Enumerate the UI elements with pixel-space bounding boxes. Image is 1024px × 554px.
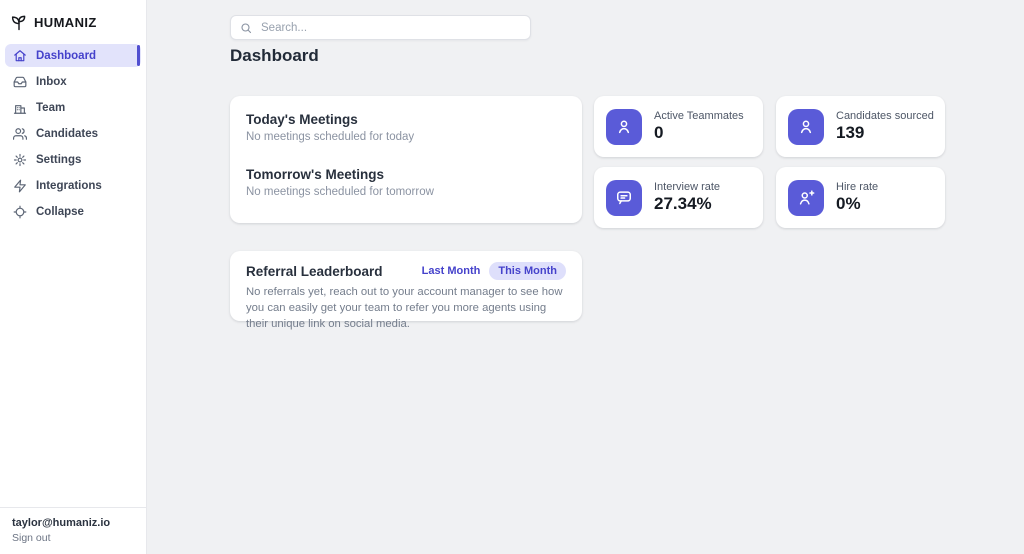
stat-card-active-teammates: Active Teammates 0 [594, 96, 763, 157]
sidebar: HUMANIZ Dashboard Inbox Team Candidates … [0, 0, 147, 554]
tomorrows-meetings-section: Tomorrow's Meetings No meetings schedule… [246, 167, 566, 198]
gear-icon [13, 153, 27, 167]
stat-value: 139 [836, 123, 865, 142]
stat-label: Hire rate [836, 181, 879, 193]
user-email: taylor@humaniz.io [12, 517, 111, 529]
sidebar-item-label: Collapse [36, 205, 84, 218]
todays-meetings-section: Today's Meetings No meetings scheduled f… [246, 112, 566, 143]
sidebar-item-label: Dashboard [36, 49, 97, 62]
todays-meetings-title: Today's Meetings [246, 112, 358, 127]
referral-leaderboard-card: Referral Leaderboard Last Month This Mon… [230, 251, 582, 330]
sidebar-item-inbox[interactable]: Inbox [5, 70, 141, 93]
sidebar-item-integrations[interactable]: Integrations [5, 174, 141, 197]
referral-leaderboard-title: Referral Leaderboard [246, 263, 383, 279]
main-content: Dashboard Today's Meetings No meetings s… [147, 0, 1024, 554]
sidebar-nav: Dashboard Inbox Team Candidates Settings… [0, 44, 146, 223]
tomorrows-meetings-empty-text: No meetings scheduled for tomorrow [246, 186, 434, 198]
search-icon [240, 22, 252, 34]
stat-value: 0 [654, 123, 664, 142]
page-title: Dashboard [230, 46, 319, 65]
sidebar-item-settings[interactable]: Settings [5, 148, 141, 171]
referral-period-toggle: Last Month This Month [422, 262, 566, 280]
sidebar-item-label: Team [36, 101, 66, 114]
sidebar-item-label: Candidates [36, 127, 98, 140]
tab-this-month[interactable]: This Month [489, 262, 566, 280]
sidebar-user-section: taylor@humaniz.io Sign out [0, 507, 146, 554]
stat-label: Candidates sourced [836, 110, 934, 122]
stat-label: Active Teammates [654, 110, 744, 122]
stat-card-candidates-sourced: Candidates sourced 139 [776, 96, 945, 157]
sidebar-item-team[interactable]: Team [5, 96, 141, 119]
stat-value: 27.34% [654, 194, 712, 213]
stat-card-interview-rate: Interview rate 27.34% [594, 167, 763, 228]
meetings-card: Today's Meetings No meetings scheduled f… [230, 96, 582, 223]
sidebar-item-candidates[interactable]: Candidates [5, 122, 141, 145]
sidebar-item-label: Inbox [36, 75, 67, 88]
brand-logo: HUMANIZ [0, 0, 146, 31]
brand-name: HUMANIZ [34, 14, 97, 30]
person-icon [788, 108, 824, 145]
home-icon [13, 49, 27, 63]
tab-last-month[interactable]: Last Month [422, 265, 481, 277]
people-icon [13, 127, 27, 141]
inbox-icon [13, 75, 27, 89]
chat-bubble-icon [606, 179, 642, 216]
building-icon [13, 101, 27, 115]
collapse-icon [13, 205, 27, 219]
sidebar-item-dashboard[interactable]: Dashboard [5, 44, 141, 67]
zap-icon [13, 179, 27, 193]
stat-value: 0% [836, 194, 861, 213]
sign-out-link[interactable]: Sign out [12, 532, 134, 544]
stat-label: Interview rate [654, 181, 721, 193]
stat-card-hire-rate: Hire rate 0% [776, 167, 945, 228]
todays-meetings-empty-text: No meetings scheduled for today [246, 131, 415, 143]
sidebar-item-collapse[interactable]: Collapse [5, 200, 141, 223]
referral-empty-text: No referrals yet, reach out to your acco… [246, 286, 563, 331]
search-input[interactable] [259, 20, 521, 35]
sidebar-item-label: Settings [36, 153, 82, 166]
search-bar[interactable] [230, 15, 531, 40]
active-indicator-bar [137, 45, 140, 66]
sidebar-item-label: Integrations [36, 179, 102, 192]
seedling-logo-icon [10, 13, 28, 31]
person-icon [606, 108, 642, 145]
person-plus-icon [788, 179, 824, 216]
tomorrows-meetings-title: Tomorrow's Meetings [246, 167, 384, 182]
